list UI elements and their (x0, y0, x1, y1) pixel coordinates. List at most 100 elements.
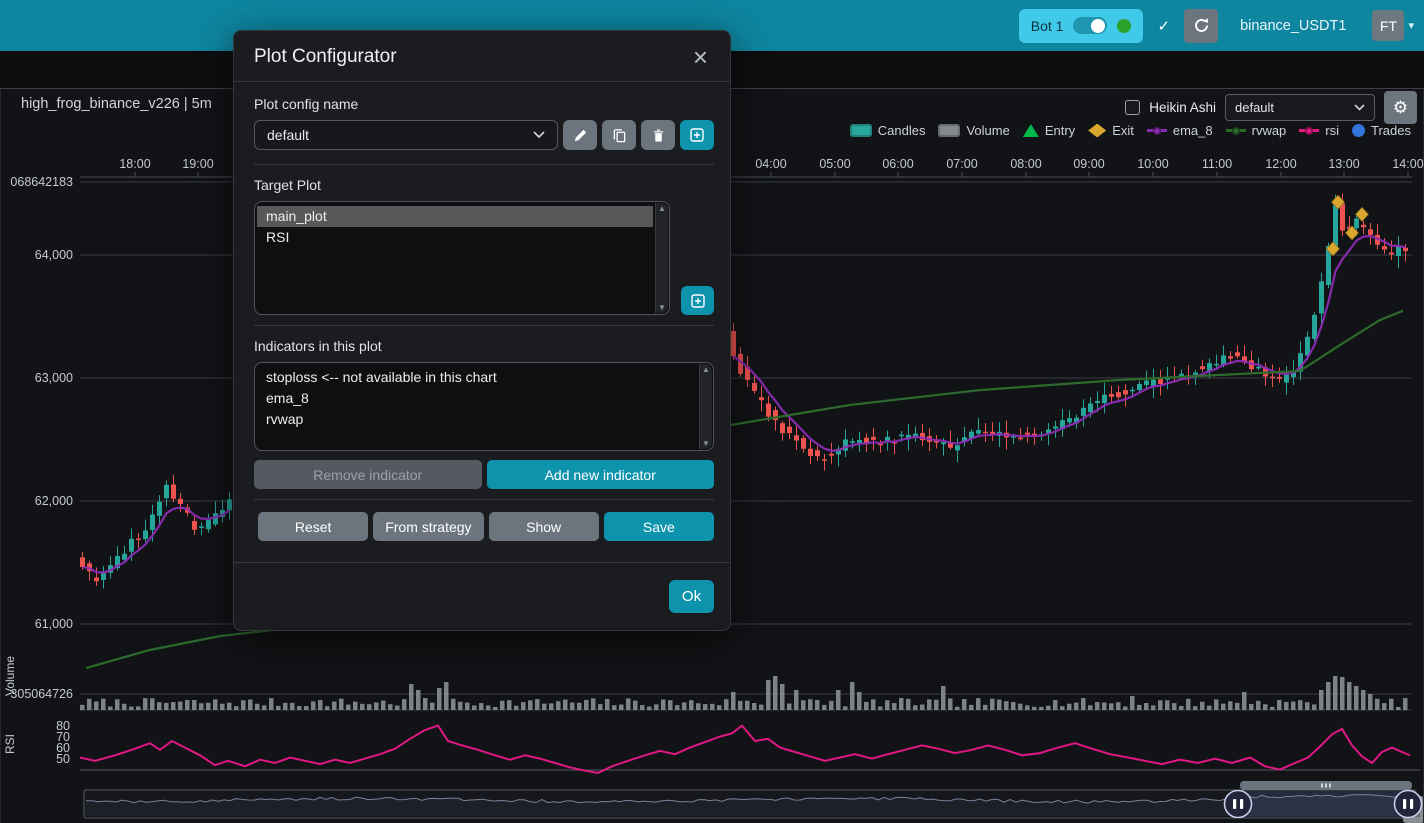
svg-text:07:00: 07:00 (946, 157, 977, 171)
legend-item-ema_8[interactable]: ema_8 (1147, 123, 1213, 138)
refresh-button[interactable] (1184, 9, 1218, 43)
svg-text:61,000: 61,000 (35, 617, 73, 631)
heikin-ashi-label: Heikin Ashi (1149, 100, 1216, 115)
duplicate-config-button[interactable] (602, 120, 636, 150)
scrollbar[interactable]: ▲▼ (655, 203, 668, 313)
indicators-listbox[interactable]: stoploss <-- not available in this chart… (254, 362, 714, 451)
legend-label: ema_8 (1173, 123, 1213, 138)
legend-item-rsi[interactable]: rsi (1299, 123, 1339, 138)
svg-text:62,000: 62,000 (35, 494, 73, 508)
svg-text:05:00: 05:00 (819, 157, 850, 171)
candles-marker-icon (850, 124, 872, 137)
refresh-icon (1193, 17, 1210, 34)
scrollbar[interactable]: ▲▼ (699, 364, 712, 449)
svg-text:068642183: 068642183 (10, 175, 73, 189)
toggle-knob (1091, 19, 1105, 33)
from-strategy-button[interactable]: From strategy (373, 512, 483, 541)
legend-label: Entry (1045, 123, 1075, 138)
ft-menu-button[interactable]: FT (1372, 10, 1404, 41)
svg-text:11:00: 11:00 (1202, 157, 1232, 171)
legend-item-rvwap[interactable]: rvwap (1226, 123, 1287, 138)
plot-config-name-label: Plot config name (254, 96, 714, 112)
exit-marker-icon (1088, 124, 1106, 138)
plot-config-name-value: default (267, 127, 309, 143)
legend-label: rvwap (1252, 123, 1287, 138)
scroll-down-icon[interactable]: ▼ (702, 439, 710, 448)
indicator-option[interactable]: rvwap (257, 409, 697, 430)
trash-icon (651, 128, 666, 143)
plot-configurator-modal: Plot Configurator × Plot config name def… (233, 30, 731, 631)
pair-label: binance_USDT1 (1240, 18, 1346, 34)
show-button[interactable]: Show (489, 512, 599, 541)
remove-indicator-button[interactable]: Remove indicator (254, 460, 482, 489)
scroll-down-icon[interactable]: ▼ (658, 303, 666, 312)
svg-text:305064726: 305064726 (10, 687, 73, 701)
plus-square-icon (690, 293, 706, 309)
legend-label: Exit (1112, 123, 1134, 138)
reset-button[interactable]: Reset (258, 512, 368, 541)
delete-config-button[interactable] (641, 120, 675, 150)
trades-marker-icon (1352, 124, 1365, 137)
modal-footer: Ok (234, 562, 730, 630)
add-config-button[interactable] (680, 120, 714, 150)
rvwap-marker-icon (1226, 124, 1246, 137)
target-plot-option[interactable]: RSI (257, 227, 653, 248)
plus-square-icon (689, 127, 705, 143)
add-plot-button[interactable] (681, 286, 714, 315)
plot-settings-button[interactable]: ⚙ (1384, 91, 1417, 124)
legend-item-Trades[interactable]: Trades (1352, 123, 1411, 138)
caret-down-icon[interactable]: ▾ (1408, 19, 1414, 32)
plot-config-select[interactable]: default (1225, 94, 1375, 121)
svg-text:18:00: 18:00 (119, 157, 150, 171)
svg-text:50: 50 (56, 752, 70, 766)
indicator-option[interactable]: ema_8 (257, 388, 697, 409)
chart-navigator[interactable] (84, 778, 1416, 820)
target-plot-listbox[interactable]: main_plotRSI▲▼ (254, 201, 670, 315)
legend-item-Volume[interactable]: Volume (938, 123, 1009, 138)
svg-text:63,000: 63,000 (35, 371, 73, 385)
svg-text:Volume: Volume (3, 656, 17, 696)
bot-toggle[interactable] (1073, 17, 1107, 34)
chevron-down-icon (1354, 104, 1365, 111)
legend-label: Volume (966, 123, 1009, 138)
chart-controls: Heikin Ashi default ⚙ (1125, 91, 1417, 124)
save-button[interactable]: Save (604, 512, 714, 541)
bot-online-dot (1117, 19, 1131, 33)
ft-logo: FT (1380, 18, 1397, 34)
rename-config-button[interactable] (563, 120, 597, 150)
close-icon[interactable]: × (691, 48, 710, 66)
svg-text:08:00: 08:00 (1010, 157, 1041, 171)
scroll-up-icon[interactable]: ▲ (658, 204, 666, 213)
copy-icon (612, 128, 627, 143)
legend-item-Entry[interactable]: Entry (1023, 123, 1075, 138)
modal-header: Plot Configurator × (234, 31, 730, 82)
svg-text:10:00: 10:00 (1137, 157, 1168, 171)
legend-item-Candles[interactable]: Candles (850, 123, 926, 138)
svg-text:14:00: 14:00 (1392, 157, 1423, 171)
svg-text:64,000: 64,000 (35, 248, 73, 262)
svg-text:19:00: 19:00 (182, 157, 213, 171)
legend-label: rsi (1325, 123, 1339, 138)
svg-text:RSI: RSI (3, 734, 17, 754)
scroll-up-icon[interactable]: ▲ (702, 365, 710, 374)
chevron-down-icon (533, 131, 545, 139)
indicator-option[interactable]: stoploss <-- not available in this chart (257, 367, 697, 388)
chart-legend: Candles Volume Entry Exit ema_8 rvwap rsi Trade… (850, 123, 1411, 138)
svg-text:04:00: 04:00 (755, 157, 786, 171)
pencil-icon (573, 128, 588, 143)
svg-text:13:00: 13:00 (1328, 157, 1359, 171)
bot-name-label: Bot 1 (1031, 18, 1064, 34)
bot-selector[interactable]: Bot 1 (1019, 9, 1144, 43)
heikin-ashi-checkbox[interactable] (1125, 100, 1140, 115)
modal-title: Plot Configurator (254, 46, 397, 68)
target-plot-label: Target Plot (254, 177, 714, 193)
ok-button[interactable]: Ok (669, 580, 714, 613)
legend-item-Exit[interactable]: Exit (1088, 123, 1134, 138)
svg-text:12:00: 12:00 (1265, 157, 1296, 171)
plot-config-value: default (1235, 100, 1274, 115)
check-icon: ✓ (1157, 17, 1170, 35)
plot-config-name-select[interactable]: default (254, 120, 558, 150)
add-new-indicator-button[interactable]: Add new indicator (487, 460, 715, 489)
svg-text:06:00: 06:00 (882, 157, 913, 171)
target-plot-option[interactable]: main_plot (257, 206, 653, 227)
